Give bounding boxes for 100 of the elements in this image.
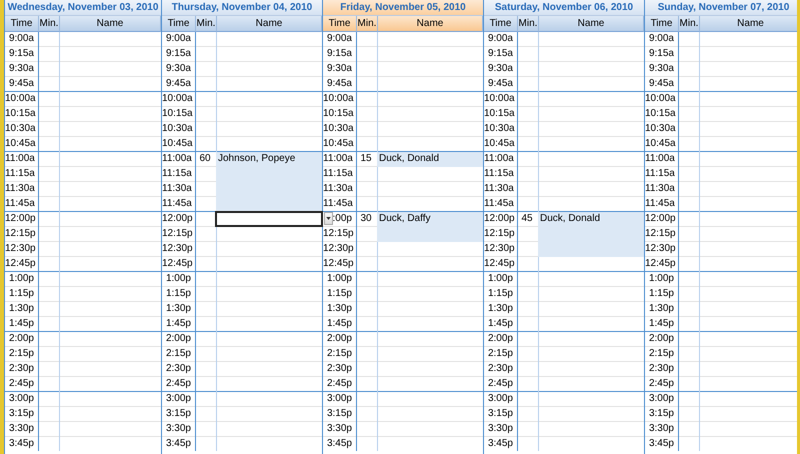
time-cell: 1:15p	[488, 288, 513, 299]
time-cell: 9:00a	[648, 33, 674, 44]
time-cell: 12:30p	[323, 243, 354, 254]
column-header: Name	[539, 16, 644, 32]
time-cell: 10:45a	[162, 138, 193, 149]
time-cell: 12:00p	[5, 213, 36, 224]
time-cell: 3:15p	[488, 408, 513, 419]
time-cell: 11:15a	[484, 168, 514, 179]
time-cell: 2:00p	[166, 333, 191, 344]
time-cell: 9:45a	[488, 78, 513, 89]
time-cell: 9:45a	[8, 78, 34, 89]
time-cell: 3:15p	[166, 408, 191, 419]
time-cell: 1:45p	[166, 318, 191, 329]
column-header: Time	[323, 16, 357, 32]
time-cell: 3:30p	[166, 423, 191, 434]
time-cell: 11:00a	[484, 153, 514, 164]
minutes-cell-text: 30	[359, 212, 373, 226]
time-cell: 9:15a	[326, 48, 352, 59]
time-cell: 1:45p	[488, 318, 513, 329]
minutes-cell-text: 45	[520, 212, 534, 226]
time-cell: 11:45a	[5, 198, 35, 209]
time-cell: 1:45p	[648, 318, 674, 329]
time-cell: 12:45p	[162, 258, 193, 269]
minutes-cell-text: 15	[359, 152, 373, 166]
minutes-cell-text: 60	[198, 152, 212, 166]
time-cell: 12:30p	[645, 243, 676, 254]
time-cell: 3:45p	[648, 438, 674, 449]
time-cell: 10:15a	[323, 108, 354, 119]
day-title: Friday, November 05, 2010	[323, 0, 483, 16]
time-cell: 12:30p	[162, 243, 193, 254]
time-cell: 2:45p	[326, 378, 352, 389]
time-cell: 3:45p	[8, 438, 34, 449]
column-header: Name	[700, 16, 797, 32]
time-cell: 2:00p	[8, 333, 34, 344]
time-cell: 3:00p	[166, 393, 191, 404]
time-cell: 9:15a	[166, 48, 191, 59]
time-cell: 12:15p	[645, 228, 676, 239]
time-cell: 9:30a	[648, 63, 674, 74]
column-header: Min.	[518, 16, 539, 32]
time-cell: 12:45p	[645, 258, 676, 269]
time-cell: 2:30p	[326, 363, 352, 374]
time-cell: 11:30a	[484, 183, 514, 194]
time-cell: 3:45p	[488, 438, 513, 449]
column-header: Name	[60, 16, 161, 32]
column-header: Time	[162, 16, 196, 32]
dropdown-button[interactable]	[324, 212, 333, 225]
time-cell: 1:15p	[166, 288, 191, 299]
time-cell: :00p	[332, 213, 352, 224]
column-header: Time	[5, 16, 39, 32]
time-cell: 2:30p	[648, 363, 674, 374]
time-cell: 3:45p	[326, 438, 352, 449]
time-cell: 1:45p	[8, 318, 34, 329]
time-cell: 3:00p	[326, 393, 352, 404]
time-cell: 1:30p	[166, 303, 191, 314]
time-cell: 3:30p	[488, 423, 513, 434]
time-cell: 11:15a	[162, 168, 192, 179]
time-cell: 12:15p	[484, 228, 515, 239]
time-cell: 11:00a	[323, 153, 353, 164]
time-cell: 12:30p	[484, 243, 515, 254]
time-cell: 1:00p	[166, 273, 191, 284]
time-cell: 3:15p	[326, 408, 352, 419]
time-cell: 2:00p	[488, 333, 513, 344]
time-cell: 11:30a	[5, 183, 35, 194]
time-cell: 10:45a	[323, 138, 354, 149]
time-cell: 2:15p	[326, 348, 352, 359]
time-cell: 12:30p	[5, 243, 36, 254]
time-cell: 1:00p	[8, 273, 34, 284]
time-cell: 3:30p	[8, 423, 34, 434]
time-cell: 12:00p	[162, 213, 193, 224]
time-cell: 10:45a	[484, 138, 515, 149]
time-cell: 9:15a	[8, 48, 34, 59]
time-cell: 10:15a	[645, 108, 676, 119]
time-cell: 11:30a	[645, 183, 675, 194]
time-cell: 1:15p	[648, 288, 674, 299]
time-cell: 10:30a	[645, 123, 676, 134]
time-cell: 12:45p	[5, 258, 36, 269]
time-cell: 1:30p	[648, 303, 674, 314]
appointment-cell: Johnson, Popeye	[216, 152, 322, 167]
column-header: Min.	[39, 16, 60, 32]
time-cell: 3:00p	[488, 393, 513, 404]
time-cell: 2:00p	[648, 333, 674, 344]
time-cell: 9:30a	[8, 63, 34, 74]
appointment-cell: Duck, Donald	[377, 152, 483, 167]
time-cell: 2:30p	[488, 363, 513, 374]
time-cell: 9:00a	[488, 33, 513, 44]
time-cell: 11:00a	[162, 153, 192, 164]
time-cell: 1:30p	[488, 303, 513, 314]
column-header: Min.	[357, 16, 378, 32]
time-cell: 11:30a	[323, 183, 353, 194]
time-cell: 1:00p	[326, 273, 352, 284]
time-cell: 10:15a	[484, 108, 515, 119]
column-header: Min.	[196, 16, 217, 32]
time-cell: 2:15p	[488, 348, 513, 359]
column-header: Min.	[679, 16, 700, 32]
time-cell: 10:00a	[484, 93, 515, 104]
time-cell: 12:15p	[5, 228, 36, 239]
time-cell: 3:15p	[648, 408, 674, 419]
time-cell: 2:45p	[648, 378, 674, 389]
time-cell: 10:30a	[323, 123, 354, 134]
time-cell: 12:15p	[323, 228, 354, 239]
